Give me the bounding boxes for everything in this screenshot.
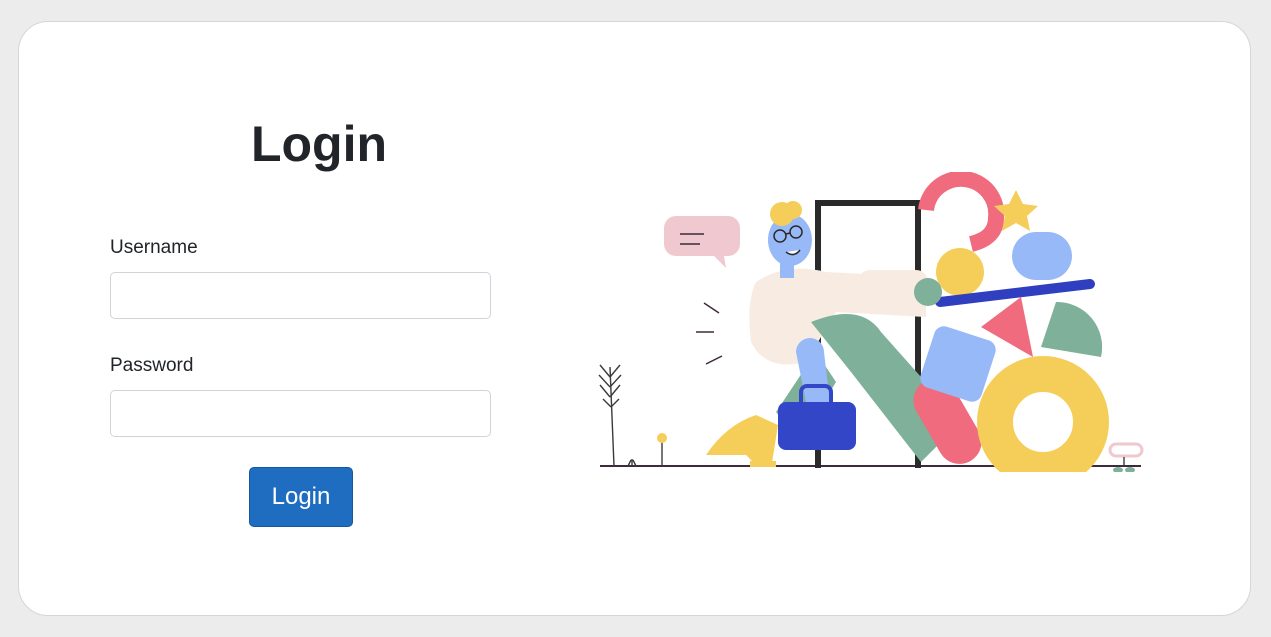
login-card: Login Username Password Login: [18, 21, 1251, 616]
briefcase-icon: [778, 402, 856, 450]
username-label: Username: [110, 237, 198, 258]
login-button[interactable]: Login: [249, 467, 353, 527]
speech-bubble-icon: [664, 216, 740, 268]
password-input[interactable]: [110, 390, 491, 437]
motion-lines: [696, 302, 723, 365]
username-input[interactable]: [110, 272, 491, 319]
page-title: Login: [250, 116, 388, 172]
person-walking-through-door-illustration: [598, 172, 1144, 472]
plant-left: [598, 364, 637, 467]
password-label: Password: [110, 355, 194, 376]
flower-dot: [657, 433, 667, 443]
